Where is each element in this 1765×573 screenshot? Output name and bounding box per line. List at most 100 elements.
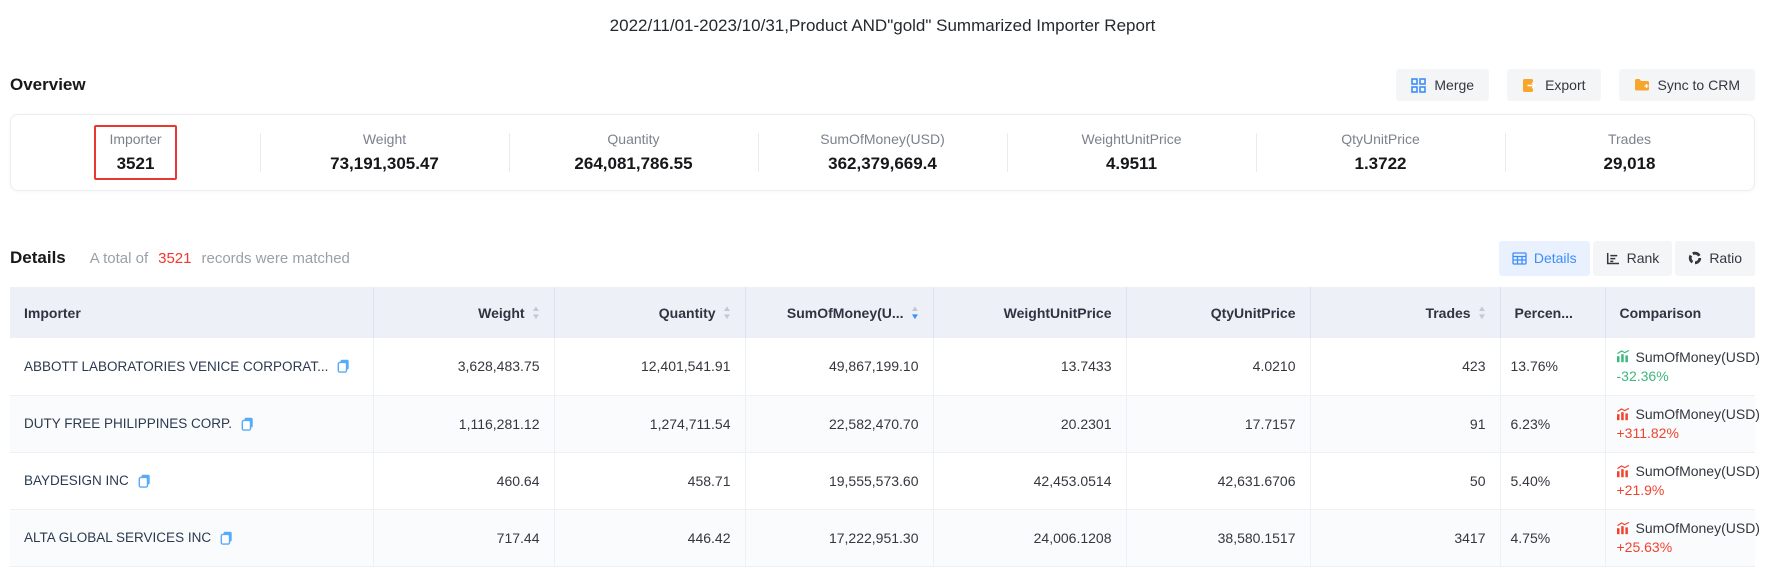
table-row[interactable]: DUTY FREE PHILIPPINES CORP. 1,116,281.12… [10,395,1755,452]
view-tab-details[interactable]: Details [1499,241,1590,276]
weight-cell: 1,116,281.12 [373,395,554,452]
merge-button-label: Merge [1434,77,1474,93]
trades-cell: 91 [1310,395,1500,452]
column-header[interactable]: SumOfMoney(U... ▲▼ [745,287,933,338]
copy-icon[interactable] [220,531,233,545]
column-header[interactable]: Percen... ▲▼ [1500,287,1605,338]
rank-chart-icon [1606,252,1620,265]
comparison-cell: SumOfMoney(USD) +25.63% [1605,509,1755,566]
trend-chart-icon [1616,350,1630,363]
column-label: Weight [478,305,524,321]
report-title: 2022/11/01-2023/10/31,Product AND"gold" … [0,16,1765,36]
export-button[interactable]: Export [1507,69,1600,101]
overview-stat: Trades 29,018 [1505,115,1754,190]
importer-name[interactable]: BAYDESIGN INC [24,473,129,488]
sort-control[interactable]: ▲▼ [911,305,919,321]
comparison-change: +25.63% [1617,539,1746,555]
comparison-cell: SumOfMoney(USD) +311.82% [1605,395,1755,452]
column-label: Importer [24,305,81,321]
copy-icon[interactable] [241,417,254,431]
sort-control[interactable]: ▲▼ [723,305,731,321]
stat-label: SumOfMoney(USD) [820,131,944,147]
view-tab-rank[interactable]: Rank [1593,241,1673,276]
column-header[interactable]: QtyUnitPrice ▲▼ [1126,287,1310,338]
copy-icon[interactable] [337,359,350,373]
column-label: Percen... [1515,305,1573,321]
match-prefix: A total of [90,250,148,267]
export-icon [1522,78,1537,93]
overview-stat-box: Trades 29,018 [1591,127,1669,178]
ratio-pie-icon [1688,251,1702,265]
importer-name[interactable]: DUTY FREE PHILIPPINES CORP. [24,416,232,431]
details-table: Importer ▲▼ Weight ▲▼ Quantity ▲▼ SumOfM… [10,287,1755,567]
comparison-cell: SumOfMoney(USD) +21.9% [1605,452,1755,509]
weight-unit-price-cell: 13.7433 [933,338,1126,395]
match-suffix: records were matched [202,250,350,267]
percent-cell: 4.75% [1500,509,1605,566]
column-header[interactable]: Trades ▲▼ [1310,287,1500,338]
weight-unit-price-cell: 42,453.0514 [933,452,1126,509]
sort-desc-icon: ▼ [1477,313,1487,321]
copy-icon[interactable] [138,474,151,488]
column-header[interactable]: Comparison ▲▼ [1605,287,1755,338]
comparison-metric: SumOfMoney(USD) [1636,349,1760,365]
comparison-change: +21.9% [1617,482,1746,498]
stat-label: QtyUnitPrice [1341,131,1420,147]
sum-of-money-cell: 22,582,470.70 [745,395,933,452]
sort-control[interactable]: ▲▼ [532,305,540,321]
sync-to-crm-button[interactable]: Sync to CRM [1619,69,1755,101]
comparison-metric: SumOfMoney(USD) [1636,463,1760,479]
importer-cell: ALTA GLOBAL SERVICES INC [10,509,373,566]
stat-value: 73,191,305.47 [330,154,439,174]
stat-value: 264,081,786.55 [574,154,692,174]
column-label: Trades [1425,305,1470,321]
qty-unit-price-cell: 17.7157 [1126,395,1310,452]
match-summary: A total of 3521 records were matched [90,250,350,267]
table-row[interactable]: BAYDESIGN INC 460.64 458.71 19,555,573.6… [10,452,1755,509]
percent-cell: 5.40% [1500,452,1605,509]
table-row[interactable]: ABBOTT LABORATORIES VENICE CORPORAT... 3… [10,338,1755,395]
overview-stat-box: Weight 73,191,305.47 [317,127,452,178]
column-label: Comparison [1620,305,1702,321]
weight-unit-price-cell: 20.2301 [933,395,1126,452]
quantity-cell: 458.71 [554,452,745,509]
importer-cell: DUTY FREE PHILIPPINES CORP. [10,395,373,452]
importer-highlight-box: Importer 3521 [94,125,176,180]
trades-cell: 3417 [1310,509,1500,566]
toolbar: Merge Export Sync to CRM [1396,69,1755,101]
overview-stat: Quantity 264,081,786.55 [509,115,758,190]
weight-cell: 3,628,483.75 [373,338,554,395]
percent-cell: 13.76% [1500,338,1605,395]
trend-chart-icon [1616,408,1630,421]
overview-stat-box: SumOfMoney(USD) 362,379,669.4 [807,127,957,178]
qty-unit-price-cell: 38,580.1517 [1126,509,1310,566]
sync-folder-icon [1634,78,1650,92]
sort-control[interactable]: ▲▼ [1478,305,1486,321]
view-tab-label: Rank [1627,250,1660,266]
importer-name[interactable]: ALTA GLOBAL SERVICES INC [24,530,211,545]
quantity-cell: 1,274,711.54 [554,395,745,452]
comparison-cell: SumOfMoney(USD) -32.36% [1605,338,1755,395]
overview-stat: Weight 73,191,305.47 [260,115,509,190]
match-count: 3521 [158,250,191,267]
importer-name[interactable]: ABBOTT LABORATORIES VENICE CORPORAT... [24,359,328,374]
comparison-change: +311.82% [1617,425,1746,441]
column-header[interactable]: Importer ▲▼ [10,287,373,338]
overview-heading: Overview [10,75,86,95]
stat-value: 362,379,669.4 [820,154,944,174]
sort-desc-icon: ▼ [531,313,541,321]
stat-value: 4.9511 [1081,154,1181,174]
stat-label: Quantity [574,131,692,147]
importer-report-page: 2022/11/01-2023/10/31,Product AND"gold" … [0,0,1765,573]
table-row[interactable]: ALTA GLOBAL SERVICES INC 717.44 446.42 1… [10,509,1755,566]
merge-button[interactable]: Merge [1396,69,1489,101]
comparison-metric: SumOfMoney(USD) [1636,406,1760,422]
column-header[interactable]: WeightUnitPrice ▲▼ [933,287,1126,338]
sort-desc-icon: ▼ [722,313,732,321]
view-tab-ratio[interactable]: Ratio [1675,241,1755,276]
column-header[interactable]: Quantity ▲▼ [554,287,745,338]
overview-stat-box: WeightUnitPrice 4.9511 [1068,127,1194,178]
overview-stat: WeightUnitPrice 4.9511 [1007,115,1256,190]
column-header[interactable]: Weight ▲▼ [373,287,554,338]
table-header-row: Importer ▲▼ Weight ▲▼ Quantity ▲▼ SumOfM… [10,287,1755,338]
